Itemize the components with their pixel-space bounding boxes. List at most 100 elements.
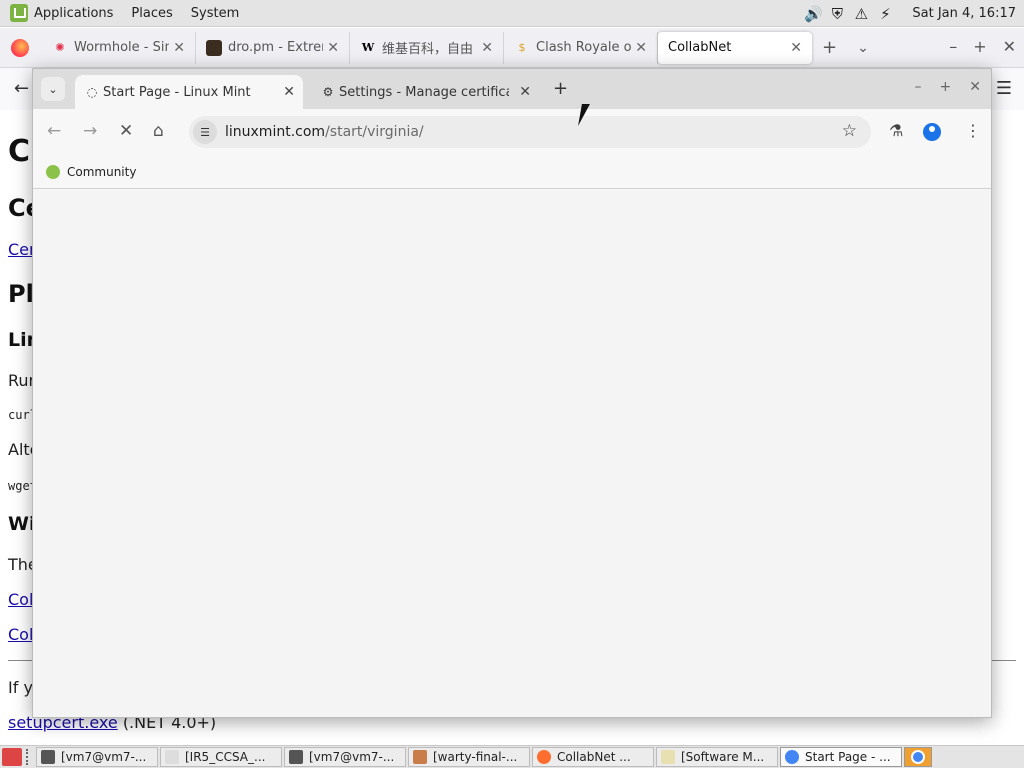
bookmark-community[interactable]: Community: [67, 165, 136, 179]
collab-link[interactable]: Col: [8, 590, 33, 609]
mint-menu-icon[interactable]: [10, 4, 28, 22]
taskbar-label: Start Page - ...: [805, 750, 891, 764]
tab-title: Settings - Manage certificate: [339, 84, 509, 100]
system-tray: 🔊 ⛨ ⚠ ⚡ Sat Jan 4, 16:17: [802, 0, 1024, 27]
taskbar-item-document[interactable]: [IR5_CCSA_...: [160, 747, 282, 767]
taskbar-label: [IR5_CCSA_...: [185, 750, 266, 764]
software-manager-icon: [661, 750, 675, 764]
taskbar-item-terminal[interactable]: [vm7@vm7-...: [36, 747, 158, 767]
list-tabs-icon[interactable]: ⌄: [857, 40, 869, 56]
address-bar[interactable]: ☰ linuxmint.com /start/virginia/ ☆: [189, 116, 871, 148]
system-menu[interactable]: System: [191, 6, 239, 21]
firefox-tab-wikipedia[interactable]: W 维基百科，自由 ✕: [350, 31, 504, 64]
taskbar-item-firefox[interactable]: CollabNet ...: [532, 747, 654, 767]
chrome-toolbar: ← → ✕ ⌂ ☰ linuxmint.com /start/virginia/…: [33, 109, 991, 155]
hamburger-menu-icon[interactable]: ☰: [996, 78, 1012, 99]
terminal-icon: [41, 750, 55, 764]
network-icon[interactable]: ⚡: [874, 4, 896, 24]
taskbar-item-software-manager[interactable]: [Software M...: [656, 747, 778, 767]
taskbar-label: [Software M...: [681, 750, 765, 764]
taskbar-grip[interactable]: [26, 749, 32, 765]
taskbar-label: [vm7@vm7-...: [309, 750, 395, 764]
places-menu[interactable]: Places: [131, 6, 172, 21]
back-arrow-icon[interactable]: ←: [47, 121, 61, 141]
chrome-tab-bar: ⌄ ◌ Start Page - Linux Mint ✕ ⚙ Settings…: [33, 69, 991, 109]
close-tab-icon[interactable]: ✕: [519, 84, 531, 100]
chrome-icon: [911, 750, 925, 764]
taskbar-item-chrome-extra[interactable]: [904, 747, 932, 767]
clock[interactable]: Sat Jan 4, 16:17: [912, 6, 1016, 21]
close-window-icon[interactable]: ✕: [969, 79, 981, 95]
volume-icon[interactable]: 🔊: [802, 4, 824, 24]
document-icon: [165, 750, 179, 764]
firefox-tab-dropm[interactable]: dro.pm - Extrem ✕: [196, 31, 350, 64]
labs-flask-icon[interactable]: ⚗: [889, 121, 903, 140]
close-tab-icon[interactable]: ✕: [635, 40, 647, 56]
stop-loading-icon[interactable]: ✕: [119, 121, 133, 141]
taskbar-label: [vm7@vm7-...: [61, 750, 147, 764]
close-window-icon[interactable]: ✕: [1003, 37, 1016, 56]
page-heading: C: [8, 134, 31, 169]
close-tab-icon[interactable]: ✕: [481, 40, 493, 56]
terminal-icon: [289, 750, 303, 764]
firefox-icon: [11, 38, 29, 57]
update-alert-icon[interactable]: ⚠: [850, 4, 872, 24]
url-host: linuxmint.com: [225, 124, 326, 140]
minimize-icon[interactable]: –: [915, 79, 922, 95]
collab-link[interactable]: Col: [8, 625, 33, 644]
taskbar-label: CollabNet ...: [557, 750, 631, 764]
firefox-window-controls: – + ✕: [949, 37, 1016, 56]
new-tab-icon[interactable]: +: [553, 78, 568, 99]
home-icon[interactable]: ⌂: [153, 121, 164, 141]
taskbar: [vm7@vm7-... [IR5_CCSA_... [vm7@vm7-... …: [0, 745, 1024, 768]
security-shield-icon[interactable]: ⛨: [826, 4, 848, 24]
bookmark-star-icon[interactable]: ☆: [842, 121, 857, 141]
chrome-icon: [785, 750, 799, 764]
taskbar-label: [warty-final-...: [433, 750, 518, 764]
taskbar-item-chrome[interactable]: Start Page - ...: [780, 747, 902, 767]
gear-icon: ⚙: [322, 85, 334, 99]
tab-title: Clash Royale on: [536, 40, 632, 55]
firefox-tab-clash-royale[interactable]: $ Clash Royale on ✕: [504, 31, 658, 64]
bookmarks-bar: Community: [33, 155, 991, 189]
firefox-tab-collabnet[interactable]: CollabNet ✕: [658, 31, 812, 64]
dropm-icon: [206, 39, 222, 56]
taskbar-item-image-viewer[interactable]: [warty-final-...: [408, 747, 530, 767]
applications-menu[interactable]: Applications: [34, 6, 113, 21]
close-tab-icon[interactable]: ✕: [283, 84, 295, 100]
close-tab-icon[interactable]: ✕: [173, 40, 185, 56]
forward-arrow-icon[interactable]: →: [83, 121, 97, 141]
chrome-tab-settings[interactable]: ⚙ Settings - Manage certificate ✕: [311, 75, 539, 109]
tab-search-icon[interactable]: ⌄: [41, 77, 65, 101]
chrome-tab-start-page[interactable]: ◌ Start Page - Linux Mint ✕: [75, 75, 303, 109]
wikipedia-icon: W: [361, 41, 375, 54]
maximize-icon[interactable]: +: [940, 79, 952, 95]
top-panel: Applications Places System 🔊 ⛨ ⚠ ⚡ Sat J…: [0, 0, 1024, 27]
tab-title: CollabNet: [668, 40, 732, 55]
close-tab-icon[interactable]: ✕: [327, 40, 339, 56]
chrome-window: ⌄ ◌ Start Page - Linux Mint ✕ ⚙ Settings…: [32, 68, 992, 718]
new-tab-icon[interactable]: +: [822, 37, 837, 58]
coin-icon: $: [518, 41, 526, 54]
tab-title: 维基百科，自由: [382, 42, 474, 57]
minimize-icon[interactable]: –: [949, 37, 957, 56]
more-menu-icon[interactable]: ⋮: [965, 121, 981, 140]
profile-avatar-icon[interactable]: [923, 123, 941, 141]
site-info-icon[interactable]: ☰: [193, 120, 217, 144]
maximize-icon[interactable]: +: [973, 37, 986, 56]
loading-spinner-icon: ◌: [86, 85, 98, 99]
image-viewer-icon: [413, 750, 427, 764]
section-heading: Pl: [8, 280, 34, 308]
back-arrow-icon[interactable]: ←: [14, 78, 29, 99]
show-desktop-icon[interactable]: [2, 748, 22, 766]
firefox-tab-wormhole[interactable]: ✺ Wormhole - Simp ✕: [42, 31, 196, 64]
chrome-page-content: [33, 190, 991, 717]
tab-title: Wormhole - Simp: [74, 40, 169, 55]
chrome-window-controls: – + ✕: [915, 79, 981, 95]
tab-title: dro.pm - Extrem: [228, 40, 324, 55]
wormhole-icon: ✺: [55, 41, 65, 54]
taskbar-item-terminal-2[interactable]: [vm7@vm7-...: [284, 747, 406, 767]
close-tab-icon[interactable]: ✕: [790, 40, 802, 56]
linux-mint-icon: [46, 164, 60, 179]
tab-title: Start Page - Linux Mint: [103, 84, 251, 100]
